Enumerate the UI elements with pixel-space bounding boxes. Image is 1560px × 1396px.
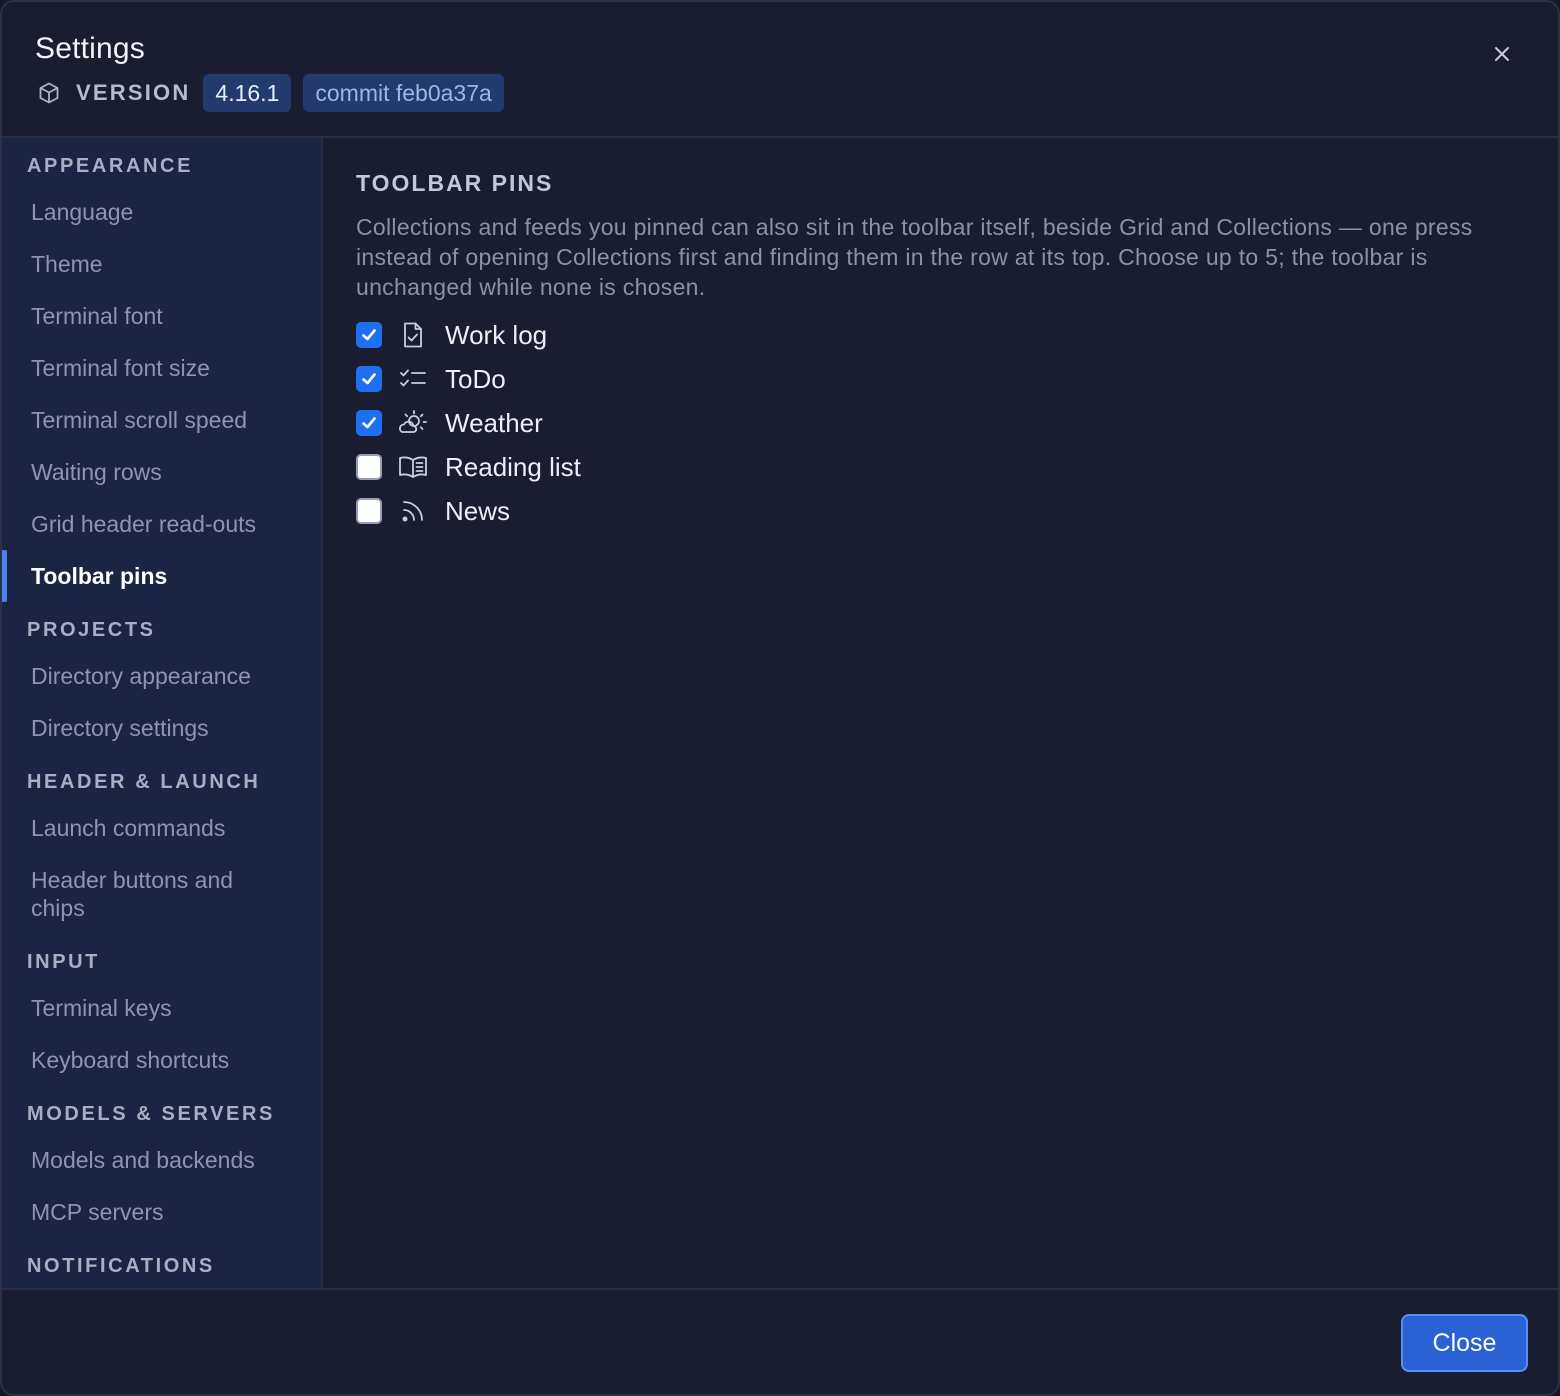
pin-checkbox-news[interactable] — [356, 498, 382, 524]
sidebar-item-terminal-font-size[interactable]: Terminal font size — [2, 354, 321, 382]
sidebar-item-keyboard-shortcuts[interactable]: Keyboard shortcuts — [2, 1046, 321, 1074]
version-label: VERSION — [76, 80, 191, 105]
sidebar-item-directory-appearance[interactable]: Directory appearance — [2, 662, 321, 690]
section-header-input: INPUT — [27, 951, 100, 973]
section-header-notifications: NOTIFICATIONS — [27, 1255, 215, 1277]
pin-row-weather[interactable]: Weather — [356, 408, 543, 438]
sidebar-item-language[interactable]: Language — [2, 198, 321, 226]
close-button[interactable]: Close — [1401, 1314, 1528, 1372]
sidebar-item-grid-header-read-outs[interactable]: Grid header read-outs — [2, 510, 321, 538]
sidebar-item-theme[interactable]: Theme — [2, 250, 321, 278]
pin-checkbox-weather[interactable] — [356, 410, 382, 436]
sidebar-item-terminal-scroll-speed[interactable]: Terminal scroll speed — [2, 406, 321, 434]
pin-label-weather: Weather — [445, 407, 543, 438]
open-book-icon — [398, 452, 428, 482]
sidebar-item-terminal-font[interactable]: Terminal font — [2, 302, 321, 330]
section-header-models-servers: MODELS & SERVERS — [27, 1103, 275, 1125]
pin-checkbox-reading-list[interactable] — [356, 454, 382, 480]
close-icon — [1493, 45, 1511, 68]
settings-content: TOOLBAR PINS Collections and feeds you p… — [325, 138, 1558, 1288]
sidebar-item-directory-settings[interactable]: Directory settings — [2, 714, 321, 742]
pin-row-todo[interactable]: ToDo — [356, 364, 506, 394]
version-chip: 4.16.1 — [203, 74, 292, 112]
pin-row-work-log[interactable]: Work log — [356, 320, 547, 350]
sidebar-item-terminal-keys[interactable]: Terminal keys — [2, 994, 321, 1022]
sidebar-item-mcp-servers[interactable]: MCP servers — [2, 1198, 321, 1226]
version-row: VERSION 4.16.1 commit feb0a37a — [37, 74, 516, 112]
document-check-icon — [398, 320, 428, 350]
dialog-header: Settings VERSION 4.16.1 commit feb0a37a — [2, 2, 1558, 138]
dialog-footer: Close — [2, 1288, 1558, 1394]
checklist-icon — [398, 364, 428, 394]
pin-row-reading-list[interactable]: Reading list — [356, 452, 581, 482]
pin-label-todo: ToDo — [445, 363, 506, 394]
rss-icon — [398, 496, 428, 526]
pin-label-news: News — [445, 495, 511, 526]
pin-row-news[interactable]: News — [356, 496, 510, 526]
pin-checkbox-todo[interactable] — [356, 366, 382, 392]
sidebar-item-models-and-backends[interactable]: Models and backends — [2, 1146, 321, 1174]
section-title: TOOLBAR PINS — [356, 170, 554, 196]
pin-checkbox-work-log[interactable] — [356, 322, 382, 348]
settings-dialog: Settings VERSION 4.16.1 commit feb0a37a — [0, 0, 1560, 1396]
section-header-appearance: APPEARANCE — [27, 155, 194, 177]
dialog-title: Settings — [35, 32, 145, 65]
commit-chip: commit feb0a37a — [303, 74, 504, 112]
section-description: Collections and feeds you pinned can als… — [356, 214, 1473, 300]
pin-label-work-log: Work log — [445, 319, 548, 350]
sidebar-item-header-buttons-and-chips[interactable]: Header buttons and chips — [2, 866, 262, 922]
section-header-header-launch: HEADER & LAUNCH — [27, 771, 261, 793]
section-header-projects: PROJECTS — [27, 619, 156, 641]
pin-label-reading-list: Reading list — [445, 451, 581, 482]
close-x-button[interactable] — [1486, 40, 1518, 72]
cube-icon — [37, 81, 61, 105]
settings-sidebar: APPEARANCE Language Theme Terminal font … — [2, 138, 323, 1288]
sidebar-item-launch-commands[interactable]: Launch commands — [2, 814, 321, 842]
sidebar-item-waiting-rows[interactable]: Waiting rows — [2, 458, 321, 486]
sun-cloud-icon — [398, 408, 428, 438]
sidebar-item-toolbar-pins[interactable]: Toolbar pins — [2, 562, 321, 590]
